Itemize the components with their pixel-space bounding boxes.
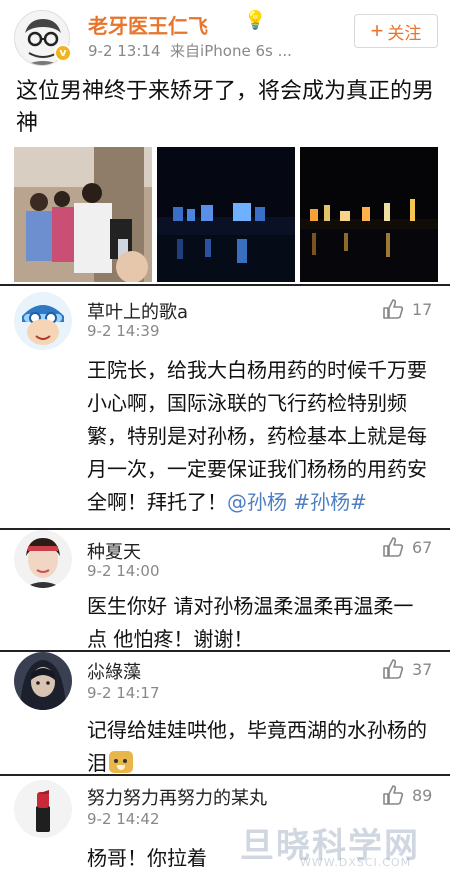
thumbs-up-icon xyxy=(383,659,404,679)
thumbs-up-icon xyxy=(383,785,404,805)
lightbulb-icon: 💡 xyxy=(244,10,267,31)
like-button[interactable]: 89 xyxy=(382,784,432,806)
comment-item: 尛綠藻 9-2 14:17 37 记得给娃娃哄他，毕竟西湖的水孙杨的泪 xyxy=(0,652,450,775)
doge-emoji-icon xyxy=(109,751,133,773)
comment-time: 9-2 14:17 xyxy=(87,684,160,702)
like-button[interactable]: 67 xyxy=(382,536,432,558)
post-meta: 9-2 13:14 来自iPhone 6s ... xyxy=(88,40,292,61)
comment-body: 记得给娃娃哄他，毕竟西湖的水孙杨的泪 xyxy=(87,718,427,775)
thumbs-up-icon xyxy=(383,299,404,319)
plus-icon: + xyxy=(370,18,384,43)
commenter-name[interactable]: 尛綠藻 xyxy=(87,658,141,684)
post-text: 这位男神终于来矫牙了，将会成为真正的男神 xyxy=(16,79,435,136)
comment-text: 记得给娃娃哄他，毕竟西湖的水孙杨的泪 xyxy=(87,714,433,780)
verified-badge-icon: v xyxy=(54,44,72,62)
follow-label: 关注 xyxy=(387,23,422,43)
thumbs-up-icon xyxy=(383,537,404,557)
like-button[interactable]: 37 xyxy=(382,658,432,680)
follow-button[interactable]: + 关注 xyxy=(354,14,438,48)
post-source: 来自iPhone 6s ... xyxy=(170,42,292,60)
comment-time: 9-2 14:42 xyxy=(87,810,160,828)
topic-link[interactable]: #孙杨# xyxy=(293,490,367,514)
like-count: 17 xyxy=(412,299,433,319)
comment-item: 草叶上的歌a 9-2 14:39 17 王院长，给我大白杨用药的时候千万要小心啊… xyxy=(0,286,450,528)
comment-text: 医生你好 请对孙杨温柔温柔再温柔一点 他怕疼！谢谢！ xyxy=(87,594,414,651)
commenter-avatar[interactable] xyxy=(14,530,72,588)
post-time: 9-2 13:14 xyxy=(88,42,161,60)
post-photo-3[interactable] xyxy=(300,147,438,282)
commenter-avatar[interactable] xyxy=(14,292,72,350)
commenter-name[interactable]: 努力努力再努力的某丸 xyxy=(87,784,267,810)
mention-link[interactable]: @孙杨 xyxy=(227,490,287,514)
post-author-name[interactable]: 老牙医王仁飞 xyxy=(88,10,208,39)
comment-time: 9-2 14:00 xyxy=(87,562,160,580)
like-count: 89 xyxy=(412,785,433,805)
commenter-name[interactable]: 草叶上的歌a xyxy=(87,298,188,324)
watermark-url: WWW.DXSCI.COM xyxy=(300,856,412,869)
commenter-name[interactable]: 种夏天 xyxy=(87,538,141,564)
weibo-post: v 老牙医王仁飞 💡 9-2 13:14 来自iPhone 6s ... + 关… xyxy=(0,0,450,284)
commenter-avatar[interactable] xyxy=(14,652,72,710)
comment-item: 种夏天 9-2 14:00 67 医生你好 请对孙杨温柔温柔再温柔一点 他怕疼！… xyxy=(0,530,450,651)
post-photo-2[interactable] xyxy=(157,147,295,282)
like-count: 37 xyxy=(412,659,433,679)
commenter-avatar[interactable] xyxy=(14,780,72,838)
like-button[interactable]: 17 xyxy=(382,298,432,320)
comment-text: 王院长，给我大白杨用药的时候千万要小心啊，国际泳联的飞行药检特别频繁，特别是对孙… xyxy=(87,354,433,519)
comment-time: 9-2 14:39 xyxy=(87,322,160,340)
like-count: 67 xyxy=(412,537,433,557)
post-photo-1[interactable] xyxy=(14,147,152,282)
